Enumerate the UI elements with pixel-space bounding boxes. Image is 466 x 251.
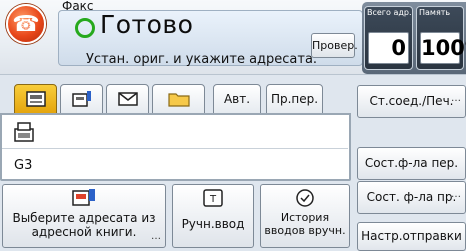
select-from-address-book-button[interactable]: Выберите адресата из адресной книги. … (2, 184, 166, 248)
panel-divider (2, 148, 348, 149)
line-label: G3 (14, 158, 33, 173)
status-message: Устан. ориг. и укажите адресата. (86, 52, 318, 67)
total-destinations-label: Всего адр. (367, 8, 412, 17)
ldap-book-icon (71, 91, 91, 107)
link-print-button[interactable]: Ст.соед./Печ. … (357, 85, 466, 118)
manual-entry-label: Ручн.ввод (181, 217, 245, 231)
scan-settings-label: Сост.ф-ла пер. (364, 156, 459, 170)
total-destinations-counter: Всего адр. 0 (364, 6, 413, 70)
clock-history-icon (294, 188, 316, 211)
link-print-label: Ст.соед./Печ. (369, 94, 454, 108)
manual-entry-history-button[interactable]: История вводов вручн. (260, 184, 350, 248)
memory-value: 100% (420, 32, 466, 64)
tx-settings-label: Настр.отправки (361, 229, 462, 243)
counters-panel: Всего адр. 0 Память 100% (362, 2, 466, 74)
manual-entry-button[interactable]: T Ручн.ввод (172, 184, 254, 248)
send-settings-label: Сост. ф-ла пр. (366, 190, 457, 204)
more-icon: … (451, 93, 461, 104)
ready-indicator-icon (75, 18, 95, 38)
fax-line-icon (12, 121, 36, 143)
address-book-select-icon (71, 188, 97, 211)
send-settings-button[interactable]: Сост. ф-ла пр. … (357, 181, 466, 214)
history-label: История вводов вручн. (264, 211, 346, 237)
total-destinations-value: 0 (368, 32, 409, 64)
tab-auto[interactable]: Авт. (213, 84, 261, 114)
more-icon: … (451, 189, 461, 200)
memory-label: Память (419, 8, 451, 17)
more-icon: … (151, 231, 161, 242)
envelope-icon (117, 92, 138, 106)
fax-mode-icon: ☎ (6, 4, 46, 44)
transmission-settings-button[interactable]: Настр.отправки (357, 222, 466, 251)
ready-status: Готово (100, 10, 194, 39)
tab-ldap[interactable] (60, 84, 103, 114)
memory-counter: Память 100% (416, 6, 466, 70)
folder-icon (167, 93, 190, 107)
address-book-icon (25, 91, 46, 107)
tab-folder[interactable] (152, 84, 205, 114)
check-button[interactable]: Провер. (311, 33, 358, 58)
tab-address-book[interactable] (14, 84, 57, 114)
tab-email[interactable] (106, 84, 149, 114)
tab-prefix[interactable]: Пр.пер. (266, 84, 323, 114)
select-book-label: Выберите адресата из адресной книги. (12, 211, 156, 239)
keyboard-icon: T (202, 188, 224, 211)
svg-text:T: T (209, 194, 217, 205)
destination-panel (0, 113, 351, 181)
scan-settings-button[interactable]: Сост.ф-ла пер. (357, 147, 466, 180)
